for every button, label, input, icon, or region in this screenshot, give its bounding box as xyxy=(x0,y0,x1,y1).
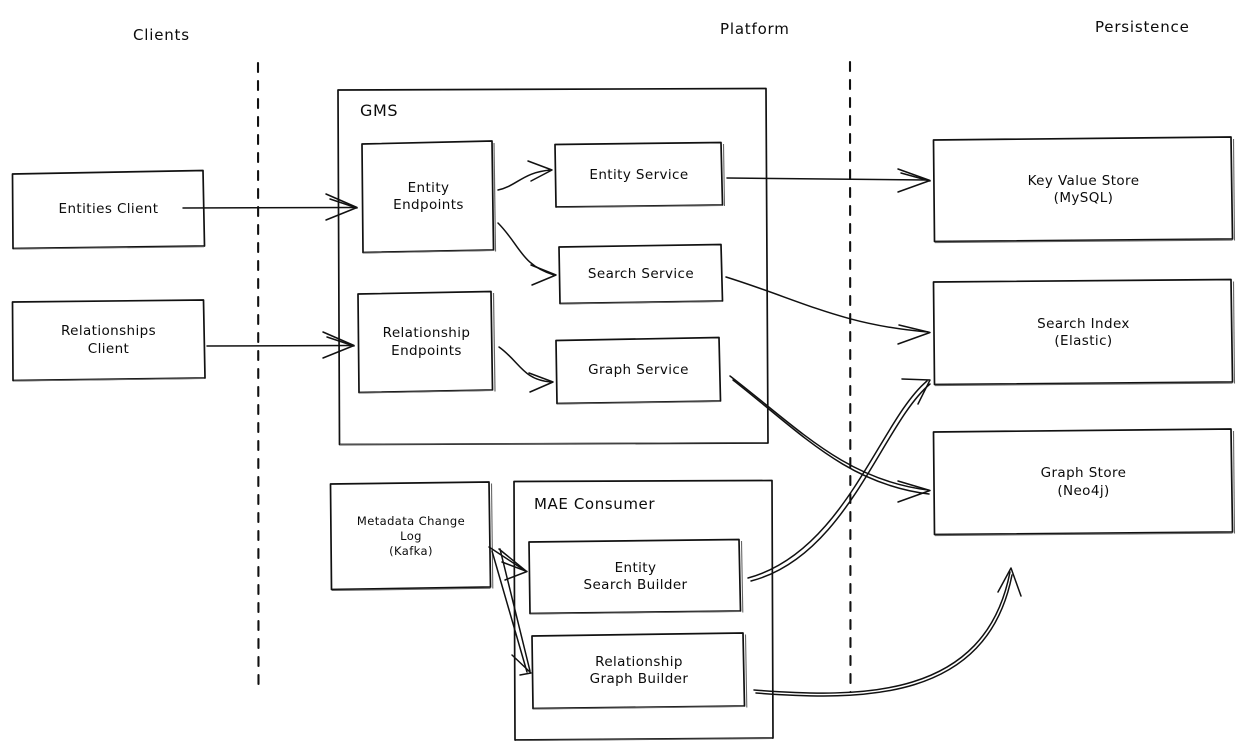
node-relationship-endpoints[interactable]: Relationship Endpoints xyxy=(356,290,497,395)
node-entity-service-label: Entity Service xyxy=(589,166,689,183)
divider-clients-platform xyxy=(256,61,260,692)
edge-entity-search-builder-to-search-index xyxy=(747,378,931,582)
swimlane-title-persistence: Persistence xyxy=(1095,18,1190,36)
group-mae-consumer-label: MAE Consumer xyxy=(534,495,656,513)
node-graph-store-label: Graph Store (Neo4j) xyxy=(1040,465,1127,499)
node-graph-store[interactable]: Graph Store (Neo4j) xyxy=(931,427,1236,538)
node-search-index[interactable]: Search Index (Elastic) xyxy=(931,278,1236,388)
swimlane-title-clients: Clients xyxy=(133,26,190,44)
edge-relationship-graph-builder-to-graph-store xyxy=(753,567,1022,697)
node-entity-endpoints-label: Entity Endpoints xyxy=(393,179,464,213)
node-entity-service[interactable]: Entity Service xyxy=(553,141,725,210)
node-search-index-label: Search Index (Elastic) xyxy=(1037,315,1130,349)
edge-entities-client-to-entity-endpoints xyxy=(182,193,358,221)
node-search-service-label: Search Service xyxy=(587,265,695,282)
node-search-service[interactable]: Search Service xyxy=(557,243,725,306)
group-gms-label: GMS xyxy=(360,101,399,120)
node-metadata-change-log-label: Metadata Change Log (Kafka) xyxy=(356,514,466,558)
node-entity-endpoints[interactable]: Entity Endpoints xyxy=(360,139,497,255)
node-relationship-endpoints-label: Relationship Endpoints xyxy=(382,325,471,359)
swimlane-title-platform: Platform xyxy=(720,20,790,38)
node-entities-client-label: Entities Client xyxy=(58,200,159,217)
node-relationships-client[interactable]: Relationships Client xyxy=(10,298,207,383)
node-graph-service-label: Graph Service xyxy=(588,362,689,379)
divider-platform-persistence xyxy=(848,60,852,694)
edge-relationships-client-to-relationship-endpoints xyxy=(206,331,355,359)
node-entities-client[interactable]: Entities Client xyxy=(10,168,207,251)
node-key-value-store-label: Key Value Store (MySQL) xyxy=(1027,172,1140,206)
node-key-value-store[interactable]: Key Value Store (MySQL) xyxy=(931,135,1236,245)
node-relationship-graph-builder-label: Relationship Graph Builder xyxy=(589,653,689,687)
node-metadata-change-log[interactable]: Metadata Change Log (Kafka) xyxy=(328,480,494,593)
node-entity-search-builder-label: Entity Search Builder xyxy=(583,559,688,593)
architecture-diagram: Clients Platform Persistence GMS MAE Con… xyxy=(0,0,1243,751)
node-entity-search-builder[interactable]: Entity Search Builder xyxy=(527,538,744,616)
node-relationships-client-label: Relationships Client xyxy=(60,323,157,357)
node-relationship-graph-builder[interactable]: Relationship Graph Builder xyxy=(530,631,748,711)
node-graph-service[interactable]: Graph Service xyxy=(554,336,723,406)
